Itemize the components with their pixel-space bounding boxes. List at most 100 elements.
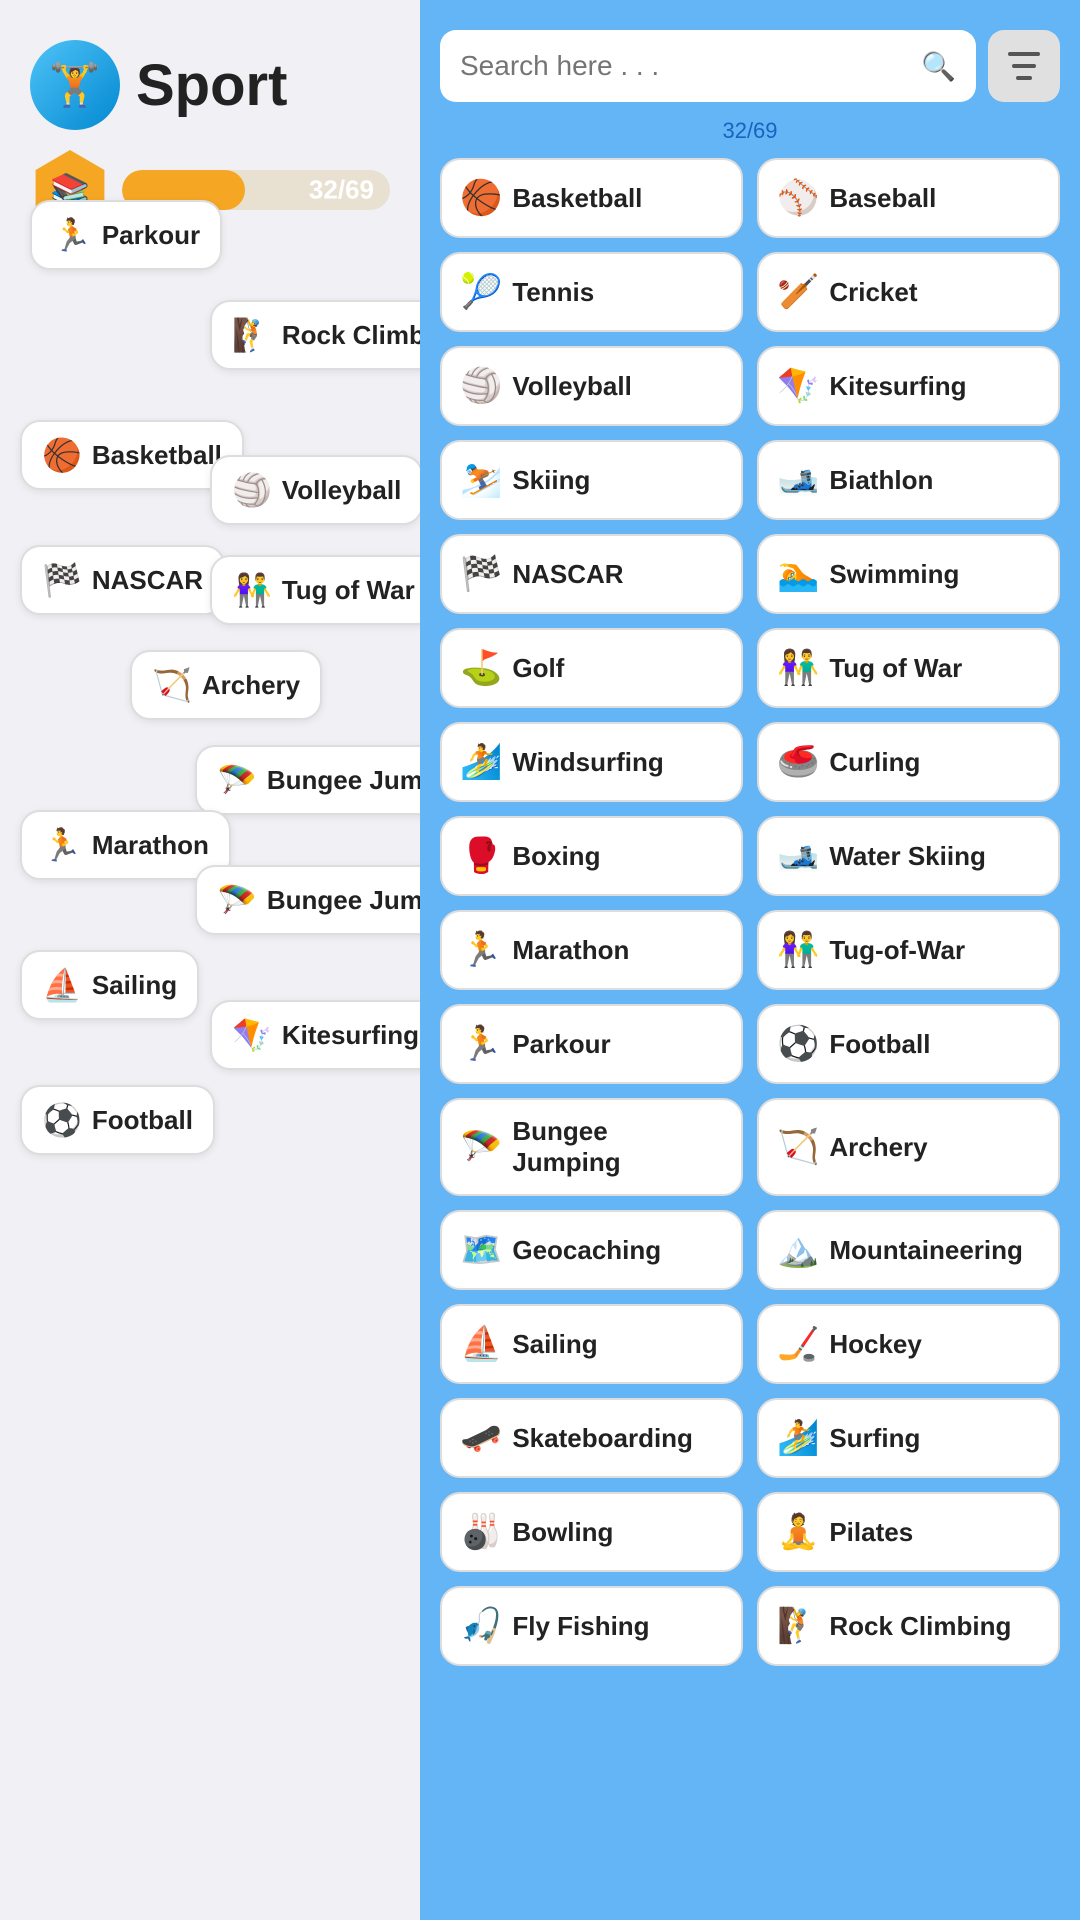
left-card-marathon[interactable]: 🏃 Marathon [20,810,231,880]
left-card-rock-climbing[interactable]: 🧗 Rock Climbing [210,300,420,370]
grid-card-hockey[interactable]: 🏒Hockey [757,1304,1060,1384]
grid-card-swimming[interactable]: 🏊Swimming [757,534,1060,614]
card-label: NASCAR [92,565,203,596]
grid-label: Parkour [512,1029,610,1060]
right-panel: 🔍 32/69 🏀Basketball ⚾ Baseball 🎾Tennis🏏Cric… [420,0,1080,1920]
grid-card-kitesurfing[interactable]: 🪁 Kitesurfing [757,346,1060,426]
grid-emoji: 🏄 [460,742,502,782]
search-input[interactable] [460,50,909,82]
grid-card-boxing[interactable]: 🥊Boxing [440,816,743,896]
grid-card-basketball[interactable]: 🏀Basketball [440,158,743,238]
grid-label: Curling [829,747,920,778]
grid-card-bungee-jumping[interactable]: 🪂Bungee Jumping [440,1098,743,1196]
left-card-parkour[interactable]: 🏃Parkour [30,200,222,270]
grid-card-tennis[interactable]: 🎾Tennis [440,252,743,332]
grid-card-parkour[interactable]: 🏃 Parkour [440,1004,743,1084]
grid-label: Pilates [829,1517,913,1548]
grid-label: Baseball [829,183,936,214]
grid-card-geocaching[interactable]: 🗺️Geocaching [440,1210,743,1290]
card-label: Parkour [102,220,200,251]
grid-card-nascar[interactable]: 🏁NASCAR [440,534,743,614]
left-card-football[interactable]: ⚽Football [20,1085,215,1155]
card-label: Kitesurfing [282,1020,419,1051]
card-emoji: 🏃 [42,826,82,864]
left-card-kitesurfing[interactable]: 🪁 Kitesurfing [210,1000,420,1070]
card-emoji: 👫 [232,571,272,609]
grid-emoji: ⛵ [460,1324,502,1364]
card-emoji: 🧗 [232,316,272,354]
grid-label: Football [829,1029,930,1060]
grid-label: Basketball [512,183,642,214]
grid-card-golf[interactable]: ⛳Golf [440,628,743,708]
grid-card-fly-fishing[interactable]: 🎣Fly Fishing [440,1586,743,1666]
grid-label: Rock Climbing [829,1611,1011,1642]
left-card-sailing[interactable]: ⛵ Sailing [20,950,199,1020]
grid-card-curling[interactable]: 🥌Curling [757,722,1060,802]
grid-card-water-skiing[interactable]: 🎿Water Skiing [757,816,1060,896]
grid-card-mountaineering[interactable]: 🏔️Mountaineering [757,1210,1060,1290]
card-label: Rock Climbing [282,320,420,351]
app-title: Sport [136,52,287,119]
grid-label: Sailing [512,1329,597,1360]
left-card-bungee-2[interactable]: 🪂Bungee Jumping [195,865,420,935]
grid-card-rock-climbing[interactable]: 🧗Rock Climbing [757,1586,1060,1666]
grid-card-surfing[interactable]: 🏄Surfing [757,1398,1060,1478]
grid-emoji: 🛹 [460,1418,502,1458]
card-label: Marathon [92,830,209,861]
grid-label: Tennis [512,277,594,308]
search-input-wrap[interactable]: 🔍 [440,30,976,102]
card-label: Sailing [92,970,177,1001]
card-emoji: 🏁 [42,561,82,599]
left-card-tug-of-war[interactable]: 👫 Tug of War [210,555,420,625]
grid-card-marathon[interactable]: 🏃Marathon [440,910,743,990]
grid-label: Kitesurfing [829,371,966,402]
grid-label: Fly Fishing [512,1611,649,1642]
grid-label: Marathon [512,935,629,966]
grid-label: Bowling [512,1517,613,1548]
grid-label: Mountaineering [829,1235,1023,1266]
grid-card-bowling[interactable]: 🎳 Bowling [440,1492,743,1572]
filter-button[interactable] [988,30,1060,102]
left-card-nascar[interactable]: 🏁 NASCAR [20,545,225,615]
grid-card-skiing[interactable]: ⛷️Skiing [440,440,743,520]
grid-card-volleyball[interactable]: 🏐Volleyball [440,346,743,426]
grid-card-tug-of-war[interactable]: 👫Tug of War [757,628,1060,708]
grid-card-biathlon[interactable]: 🎿Biathlon [757,440,1060,520]
grid-emoji: 👫 [777,930,819,970]
app-header: 🏋️ Sport [0,0,420,150]
grid-label: Cricket [829,277,917,308]
grid-label: Swimming [829,559,959,590]
grid-label: Windsurfing [512,747,663,778]
grid-card-cricket[interactable]: 🏏Cricket [757,252,1060,332]
grid-card-skateboarding[interactable]: 🛹Skateboarding [440,1398,743,1478]
grid-emoji: ⚽ [777,1024,819,1064]
grid-label: Bungee Jumping [512,1116,723,1178]
left-card-volleyball[interactable]: 🏐Volleyball [210,455,420,525]
left-card-archery[interactable]: 🏹Archery [130,650,322,720]
card-label: Bungee Jumping [267,765,420,796]
grid-card-pilates[interactable]: 🧘 Pilates [757,1492,1060,1572]
count-label: 32/69 [440,118,1060,144]
card-label: Archery [202,670,300,701]
card-emoji: 🪁 [232,1016,272,1054]
grid-card-windsurfing[interactable]: 🏄 Windsurfing [440,722,743,802]
grid-emoji: 🪁 [777,366,819,406]
app-logo: 🏋️ [30,40,120,130]
card-emoji: ⛵ [42,966,82,1004]
grid-card-tug-of-war-2[interactable]: 👫Tug-of-War [757,910,1060,990]
card-label: Tug of War [282,575,415,606]
grid-emoji: 🏃 [460,1024,502,1064]
grid-emoji: ⚾ [777,178,819,218]
grid-card-baseball[interactable]: ⚾ Baseball [757,158,1060,238]
grid-scroll[interactable]: 🏀Basketball ⚾ Baseball 🎾Tennis🏏Cricket🏐Voll… [440,158,1060,1920]
grid-emoji: 🧘 [777,1512,819,1552]
grid-card-sailing[interactable]: ⛵ Sailing [440,1304,743,1384]
card-emoji: 🪂 [217,881,257,919]
grid-emoji: 🎳 [460,1512,502,1552]
grid-label: NASCAR [512,559,623,590]
progress-label: 32/69 [309,175,374,206]
grid-card-football[interactable]: ⚽ Football [757,1004,1060,1084]
grid-card-archery[interactable]: 🏹Archery [757,1098,1060,1196]
left-card-bungee-1[interactable]: 🪂Bungee Jumping [195,745,420,815]
card-emoji: 🏐 [232,471,272,509]
